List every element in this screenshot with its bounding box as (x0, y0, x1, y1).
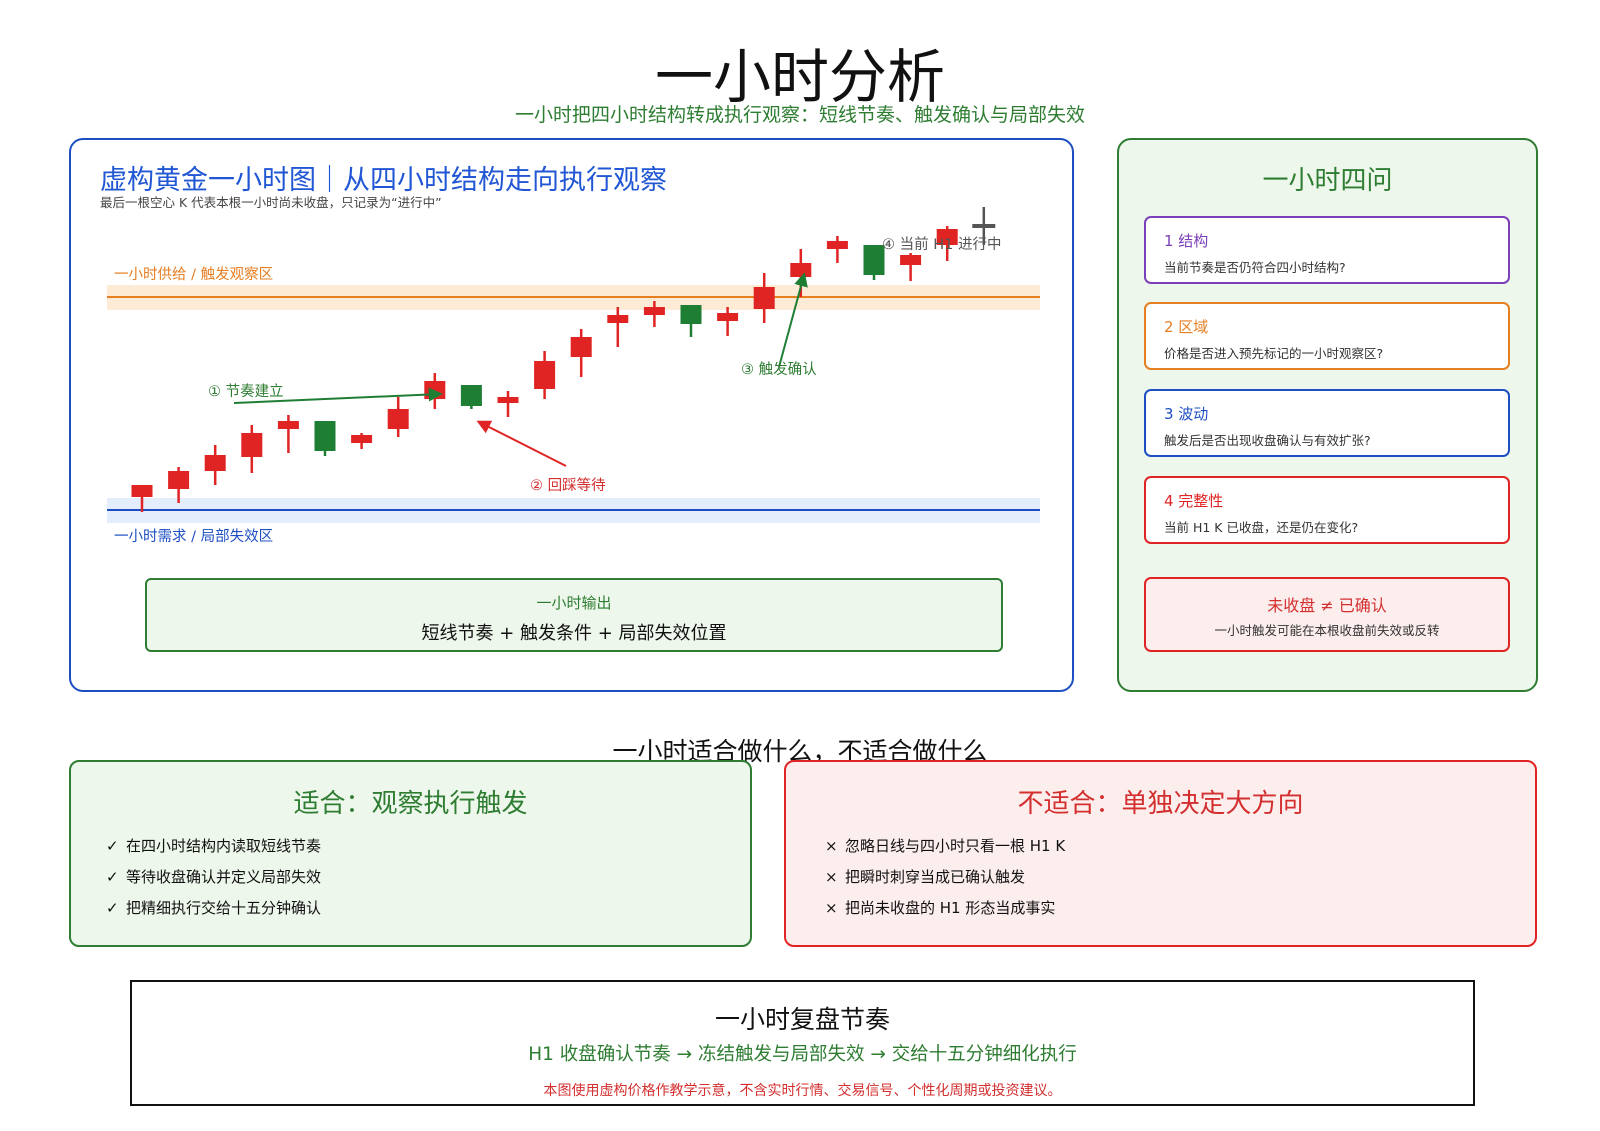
up-candle-body (570, 337, 592, 357)
up-candle-body (168, 471, 190, 489)
up-candle-body (900, 255, 922, 265)
up-candle-body (497, 397, 519, 403)
warning-title: 未收盘 ≠ 已确认 (1267, 596, 1387, 615)
output-body: 短线节奏 + 触发条件 + 局部失效位置 (421, 623, 727, 644)
warning-text: 一小时触发可能在本根收盘前失效或反转 (1214, 623, 1440, 638)
output-title: 一小时输出 (536, 594, 612, 612)
down-candle-body (680, 305, 702, 324)
fit-item: ✓ 在四小时结构内读取短线节奏 (106, 837, 322, 855)
current-candle-body (972, 224, 996, 228)
questions-heading: 一小时四问 (1262, 166, 1393, 196)
not-fit-item: × 把瞬时刺穿当成已确认触发 (825, 868, 1026, 886)
up-candle-body (607, 315, 629, 323)
up-candle-body (717, 313, 739, 321)
chart-note: 最后一根空心 K 代表本根一小时尚未收盘，只记录为“进行中” (100, 195, 442, 210)
up-candle-body (826, 241, 848, 249)
pullback-arrow (476, 420, 567, 467)
up-candle-body (534, 361, 556, 389)
question-title: 2 区域 (1164, 318, 1209, 336)
supply-zone-label: 一小时供给 / 触发观察区 (114, 265, 273, 283)
up-candle-body (277, 421, 299, 429)
up-candle-body (643, 307, 665, 315)
not-fit-title: 不适合：单独决定大方向 (1017, 789, 1304, 819)
review-disclaimer: 本图使用虚构价格作教学示意，不含实时行情、交易信号、个性化周期或投资建议。 (543, 1083, 1062, 1099)
fit-item: ✓ 把精细执行交给十五分钟确认 (106, 899, 322, 917)
question-text: 价格是否进入预先标记的一小时观察区? (1164, 346, 1384, 361)
fit-title: 适合：观察执行触发 (293, 789, 528, 819)
up-candle-body (351, 435, 373, 443)
annotation-rhythm: ① 节奏建立 (208, 383, 284, 400)
question-text: 触发后是否出现收盘确认与有效扩张? (1164, 433, 1371, 448)
check-icon: ✓ (106, 837, 119, 855)
page-title: 一小时分析 (654, 43, 945, 111)
demand-zone-label: 一小时需求 / 局部失效区 (114, 528, 273, 545)
annotation-trigger: ③ 触发确认 (741, 361, 817, 378)
review-flow: H1 收盘确认节奏 → 冻结触发与局部失效 → 交给十五分钟细化执行 (528, 1044, 1077, 1065)
annotation-pullback: ② 回踩等待 (530, 476, 606, 494)
review-title: 一小时复盘节奏 (714, 1005, 890, 1034)
check-icon: ✓ (106, 868, 119, 886)
question-title: 4 完整性 (1164, 492, 1224, 510)
down-candle-body (460, 385, 482, 406)
question-text: 当前 H1 K 已收盘，还是仍在变化? (1164, 520, 1359, 535)
question-text: 当前节奏是否仍符合四小时结构? (1164, 260, 1346, 275)
question-title: 1 结构 (1164, 232, 1209, 250)
cross-icon: × (825, 868, 838, 886)
cross-icon: × (825, 899, 838, 917)
page-subtitle: 一小时把四小时结构转成执行观察：短线节奏、触发确认与局部失效 (514, 104, 1085, 126)
question-title: 3 波动 (1164, 405, 1209, 423)
cross-icon: × (825, 837, 838, 855)
up-candle-body (204, 455, 226, 471)
down-candle-body (314, 421, 336, 451)
annotation-current: ④ 当前 H1 进行中 (882, 236, 1001, 253)
up-candle-body (387, 409, 409, 429)
up-candle-body (241, 433, 263, 457)
up-candle-body (790, 263, 812, 277)
not-fit-item: × 把尚未收盘的 H1 形态当成事实 (825, 899, 1056, 917)
up-candle-body (753, 287, 775, 309)
not-fit-item: × 忽略日线与四小时只看一根 H1 K (825, 837, 1066, 855)
up-candle-body (424, 381, 446, 399)
up-candle-body (131, 485, 153, 497)
candles-group (131, 207, 996, 512)
check-icon: ✓ (106, 899, 119, 917)
fit-item: ✓ 等待收盘确认并定义局部失效 (106, 868, 322, 886)
